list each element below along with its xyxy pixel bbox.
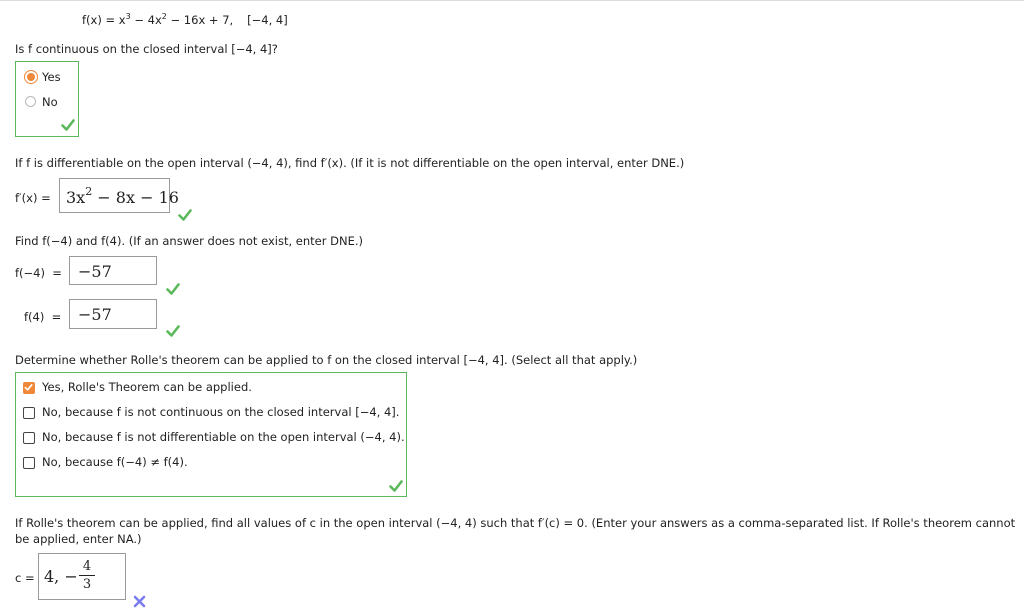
q4-prompt: Determine whether Rolle's theorem can be… <box>15 353 638 367</box>
q4-checkbox-1[interactable] <box>23 407 35 419</box>
exponent-3: 3 <box>125 12 131 21</box>
q3-f-4-input[interactable]: −57 <box>69 299 157 329</box>
q3-f-neg4-value: −57 <box>78 262 112 281</box>
function-text-start: f(x) = x <box>82 13 126 27</box>
q2-label: f′(x) = <box>15 191 51 205</box>
q2-prompt: If f is differentiable on the open inter… <box>15 156 685 170</box>
q5-fraction-bar <box>79 575 95 576</box>
q1-option-no-label[interactable]: No <box>42 95 58 109</box>
q3-a-correct-check-icon <box>166 283 180 295</box>
q3-prompt: Find f(−4) and f(4). (If an answer does … <box>15 234 363 248</box>
function-interval: [−4, 4] <box>247 13 288 27</box>
function-text-mid: − 4x <box>130 13 162 27</box>
q2-answer-value: 3x2 − 8x − 16 <box>66 185 179 207</box>
q5-fraction-denominator: 3 <box>82 577 92 592</box>
q3-f-neg4-input[interactable]: −57 <box>69 256 157 285</box>
q5-label: c = <box>15 571 35 585</box>
function-definition: f(x) = x3 − 4x2 − 16x + 7, [−4, 4] <box>82 12 288 27</box>
q5-fraction: 4 3 <box>79 560 95 592</box>
q2-answer-base: 3x <box>66 188 86 207</box>
q4-option-1-label[interactable]: No, because f is not continuous on the c… <box>42 405 399 419</box>
q1-radio-no[interactable] <box>25 96 36 107</box>
q2-answer-rest: − 8x − 16 <box>92 188 179 207</box>
q4-checkbox-3[interactable] <box>23 457 35 469</box>
q4-option-2-label[interactable]: No, because f is not differentiable on t… <box>42 430 405 444</box>
q5-prompt-line1: If Rolle's theorem can be applied, find … <box>15 516 1016 530</box>
q1-prompt: Is f continuous on the closed interval [… <box>15 42 278 56</box>
q1-correct-check-icon <box>61 119 75 131</box>
q4-correct-check-icon <box>389 480 403 492</box>
q3-b-correct-check-icon <box>166 325 180 337</box>
q1-answer-box: Yes No <box>15 61 79 137</box>
q5-fraction-numerator: 4 <box>82 559 92 574</box>
q5-answer-lead: 4, − <box>44 567 78 586</box>
q3-f-4-value: −57 <box>78 305 112 324</box>
q5-incorrect-x-icon <box>133 595 146 608</box>
q4-option-3-label[interactable]: No, because f(−4) ≠ f(4). <box>42 455 188 469</box>
q4-checkbox-2[interactable] <box>23 432 35 444</box>
q2-answer-exponent: 2 <box>85 185 93 198</box>
q3-label-f-4: f(4) = <box>24 310 62 324</box>
top-divider <box>0 0 1024 1</box>
q2-derivative-input[interactable]: 3x2 − 8x − 16 <box>59 178 179 213</box>
q4-answer-box: Yes, Rolle's Theorem can be applied. No,… <box>15 372 407 497</box>
q1-radio-yes[interactable] <box>25 71 37 83</box>
checkmark-icon <box>24 384 33 391</box>
q2-correct-check-icon <box>178 209 192 221</box>
q5-prompt-line2: be applied, enter NA.) <box>15 532 142 546</box>
q1-option-yes-label[interactable]: Yes <box>42 70 61 84</box>
q5-c-values-input[interactable]: 4, − 4 3 <box>38 553 126 600</box>
q4-option-0-label[interactable]: Yes, Rolle's Theorem can be applied. <box>42 380 252 394</box>
function-text-end: − 16x + 7, <box>166 13 234 27</box>
exponent-2: 2 <box>161 12 167 21</box>
q4-checkbox-0[interactable] <box>23 382 35 394</box>
q3-label-f-neg4: f(−4) = <box>15 266 62 280</box>
